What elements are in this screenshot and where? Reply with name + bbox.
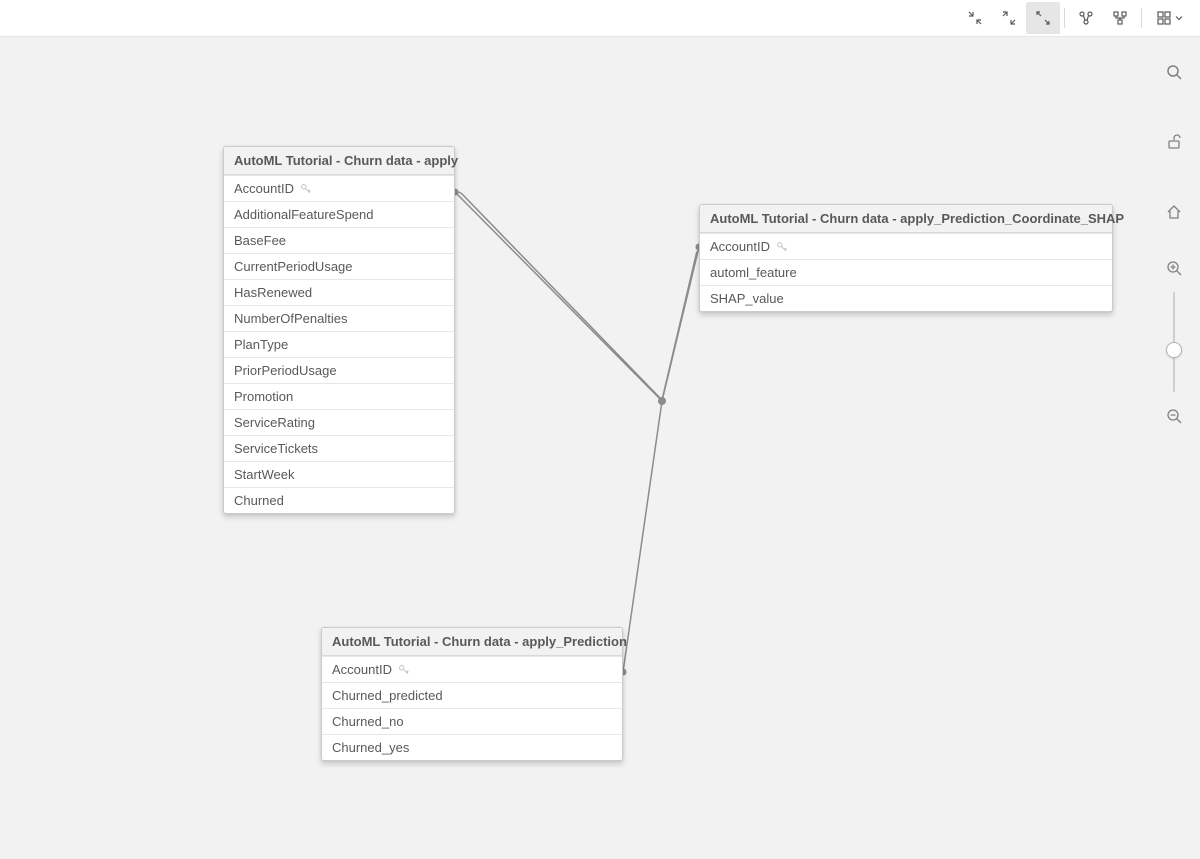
home-icon xyxy=(1165,203,1183,221)
field-name: Churned_yes xyxy=(332,740,409,755)
field-row[interactable]: Churned xyxy=(224,487,454,513)
shrink-in-icon xyxy=(967,10,983,26)
field-row[interactable]: StartWeek xyxy=(224,461,454,487)
zoom-in-icon xyxy=(1165,259,1183,277)
key-icon xyxy=(398,664,410,676)
field-name: Churned_predicted xyxy=(332,688,443,703)
field-row[interactable]: AccountID xyxy=(700,233,1112,259)
search-icon xyxy=(1165,63,1183,81)
field-name: HasRenewed xyxy=(234,285,312,300)
field-row[interactable]: ServiceRating xyxy=(224,409,454,435)
field-row[interactable]: Churned_predicted xyxy=(322,682,622,708)
search-button[interactable] xyxy=(1156,54,1192,90)
field-name: automl_feature xyxy=(710,265,797,280)
field-name: PriorPeriodUsage xyxy=(234,363,337,378)
key-icon xyxy=(776,241,788,253)
internal-view-icon xyxy=(1112,10,1128,26)
field-name: AccountID xyxy=(710,239,770,254)
zoom-in-button[interactable] xyxy=(1156,250,1192,286)
entity-title: AutoML Tutorial - Churn data - apply_Pre… xyxy=(700,205,1112,233)
field-row[interactable]: AccountID xyxy=(224,175,454,201)
field-name: AdditionalFeatureSpend xyxy=(234,207,374,222)
lock-open-icon xyxy=(1165,133,1183,151)
internal-view-button[interactable] xyxy=(1103,2,1137,34)
field-row[interactable]: automl_feature xyxy=(700,259,1112,285)
layout-icon xyxy=(1156,10,1172,26)
lock-toggle-button[interactable] xyxy=(1156,124,1192,160)
entity-shap[interactable]: AutoML Tutorial - Churn data - apply_Pre… xyxy=(699,204,1113,312)
zoom-out-button[interactable] xyxy=(1156,398,1192,434)
field-name: CurrentPeriodUsage xyxy=(234,259,353,274)
field-row[interactable]: CurrentPeriodUsage xyxy=(224,253,454,279)
layout-menu-button[interactable] xyxy=(1146,2,1194,34)
home-button[interactable] xyxy=(1156,194,1192,230)
field-name: NumberOfPenalties xyxy=(234,311,347,326)
chevron-down-icon xyxy=(1174,13,1184,23)
field-name: AccountID xyxy=(234,181,294,196)
top-toolbar xyxy=(0,0,1200,36)
field-row[interactable]: AccountID xyxy=(322,656,622,682)
field-row[interactable]: Promotion xyxy=(224,383,454,409)
field-name: StartWeek xyxy=(234,467,294,482)
field-row[interactable]: Churned_yes xyxy=(322,734,622,760)
field-row[interactable]: ServiceTickets xyxy=(224,435,454,461)
relations-icon xyxy=(1078,10,1094,26)
field-row[interactable]: BaseFee xyxy=(224,227,454,253)
expand-button[interactable] xyxy=(1026,2,1060,34)
entity-title: AutoML Tutorial - Churn data - apply_Pre… xyxy=(322,628,622,656)
key-icon xyxy=(300,183,312,195)
field-name: Promotion xyxy=(234,389,293,404)
shrink-in-button[interactable] xyxy=(958,2,992,34)
field-name: BaseFee xyxy=(234,233,286,248)
field-row[interactable]: Churned_no xyxy=(322,708,622,734)
collapse-icon xyxy=(1001,10,1017,26)
entity-prediction[interactable]: AutoML Tutorial - Churn data - apply_Pre… xyxy=(321,627,623,761)
field-row[interactable]: AdditionalFeatureSpend xyxy=(224,201,454,227)
field-name: SHAP_value xyxy=(710,291,784,306)
entity-apply[interactable]: AutoML Tutorial - Churn data - apply Acc… xyxy=(223,146,455,514)
field-row[interactable]: NumberOfPenalties xyxy=(224,305,454,331)
field-name: Churned xyxy=(234,493,284,508)
zoom-out-icon xyxy=(1165,407,1183,425)
zoom-slider-thumb[interactable] xyxy=(1166,342,1182,358)
expand-icon xyxy=(1035,10,1051,26)
field-name: ServiceRating xyxy=(234,415,315,430)
field-row[interactable]: HasRenewed xyxy=(224,279,454,305)
field-row[interactable]: PlanType xyxy=(224,331,454,357)
field-name: AccountID xyxy=(332,662,392,677)
data-model-canvas[interactable]: AutoML Tutorial - Churn data - apply Acc… xyxy=(0,36,1200,859)
collapse-button[interactable] xyxy=(992,2,1026,34)
toolbar-divider xyxy=(1064,8,1065,28)
side-toolbar xyxy=(1148,36,1200,859)
field-name: ServiceTickets xyxy=(234,441,318,456)
relations-view-button[interactable] xyxy=(1069,2,1103,34)
entity-title: AutoML Tutorial - Churn data - apply xyxy=(224,147,454,175)
field-row[interactable]: PriorPeriodUsage xyxy=(224,357,454,383)
toolbar-divider-2 xyxy=(1141,8,1142,28)
field-row[interactable]: SHAP_value xyxy=(700,285,1112,311)
field-name: Churned_no xyxy=(332,714,404,729)
zoom-slider[interactable] xyxy=(1173,290,1175,394)
field-name: PlanType xyxy=(234,337,288,352)
